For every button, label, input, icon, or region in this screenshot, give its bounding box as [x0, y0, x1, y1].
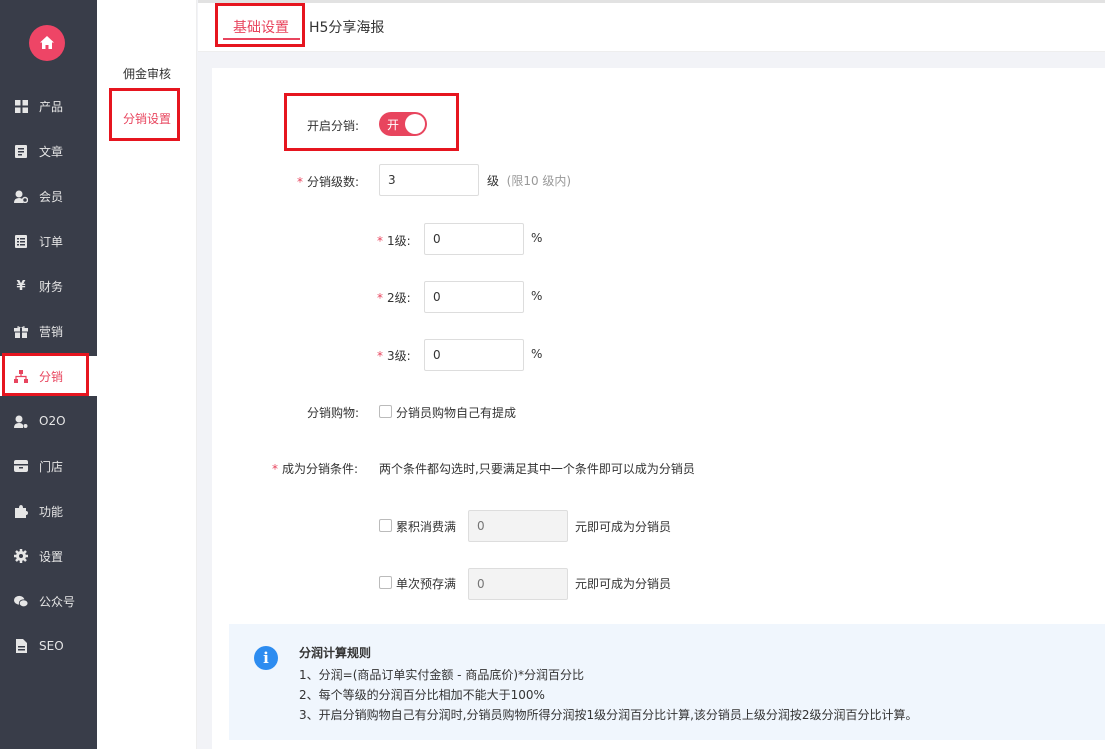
- sitemap-icon: [14, 369, 28, 383]
- document-icon: [14, 144, 28, 158]
- nav-item-label: 营销: [39, 324, 64, 339]
- single-deposit-checkbox[interactable]: [379, 576, 392, 589]
- rule-line-3: 3、开启分销购物自己有分润时,分销员购物所得分润按1级分润百分比计算,该分销员上…: [299, 708, 918, 722]
- levels-hint: (限10 级内): [506, 174, 572, 188]
- rules-title: 分润计算规则: [299, 646, 372, 660]
- nav-item-distribution[interactable]: 分销: [0, 356, 97, 396]
- rule-line-1: 1、分润=(商品订单实付金额 - 商品底价)*分润百分比: [299, 668, 585, 682]
- info-icon: i: [254, 646, 278, 670]
- nav-item-seo[interactable]: SEO: [0, 626, 97, 666]
- tab-h5-share-poster[interactable]: H5分享海报: [309, 17, 384, 37]
- gift-icon: [14, 324, 28, 338]
- order-list-icon: [14, 234, 28, 248]
- condition-label: * 成为分销条件:: [272, 462, 359, 476]
- enable-label: 开启分销:: [307, 119, 360, 133]
- nav-item-label: SEO: [39, 639, 64, 653]
- level-1-label: * 1级:: [377, 234, 411, 248]
- self-purchase-text: 分销员购物自己有提成: [396, 406, 517, 420]
- nav-item-label: 订单: [39, 234, 64, 249]
- enable-distribution-switch[interactable]: 开: [379, 112, 427, 136]
- tab-bar: 基础设置 H5分享海报: [198, 0, 1105, 52]
- level-2-rate-input[interactable]: [424, 281, 524, 313]
- nav-item-label: 财务: [39, 279, 64, 294]
- member-icon: [14, 189, 28, 203]
- tab-basic-settings[interactable]: 基础设置: [233, 17, 289, 37]
- self-purchase-label: 分销购物:: [307, 406, 360, 420]
- gear-icon: [14, 549, 28, 563]
- nav-item-features[interactable]: 功能: [0, 491, 97, 531]
- profit-rules-box: i 分润计算规则 1、分润=(商品订单实付金额 - 商品底价)*分润百分比 2、…: [229, 624, 1105, 740]
- submenu-item-commission-review[interactable]: 佣金审核: [97, 65, 197, 82]
- nav-item-label: 公众号: [39, 594, 76, 609]
- nav-item-products[interactable]: 产品: [0, 86, 97, 126]
- nav-item-label: O2O: [39, 414, 66, 428]
- level-3-unit: %: [531, 347, 543, 361]
- submenu-item-distribution-settings[interactable]: 分销设置: [97, 110, 197, 127]
- levels-unit: 级 (限10 级内): [487, 174, 572, 188]
- home-icon[interactable]: [29, 25, 65, 61]
- cumulative-spend-suffix: 元即可成为分销员: [575, 520, 672, 534]
- single-deposit-suffix: 元即可成为分销员: [575, 577, 672, 591]
- nav-item-label: 文章: [39, 144, 64, 159]
- o2o-icon: [14, 414, 28, 428]
- nav-item-label: 门店: [39, 459, 64, 474]
- nav-item-label: 设置: [39, 549, 64, 564]
- sidebar: 产品 文章 会员 订单 ¥ 财务 营销 分销 O2O 门店 功能 设置 公众号 …: [0, 0, 97, 749]
- settings-form: 开启分销: 开 *分销级数: 级 (限10 级内) *1级: % *2级: % …: [212, 68, 1105, 749]
- rule-line-2: 2、每个等级的分润百分比相加不能大于100%: [299, 688, 545, 702]
- yen-icon: ¥: [16, 278, 26, 294]
- seo-file-icon: [14, 639, 28, 653]
- level-3-rate-input[interactable]: [424, 339, 524, 371]
- switch-text: 开: [387, 118, 400, 132]
- single-deposit-label: 单次预存满: [396, 577, 457, 591]
- level-3-label: * 3级:: [377, 349, 411, 363]
- nav-item-marketing[interactable]: 营销: [0, 311, 97, 351]
- store-icon: [14, 459, 28, 473]
- self-purchase-checkbox[interactable]: [379, 405, 392, 418]
- levels-input[interactable]: [379, 164, 479, 196]
- nav-item-label: 功能: [39, 504, 64, 519]
- nav-item-orders[interactable]: 订单: [0, 221, 97, 261]
- level-2-label: * 2级:: [377, 291, 411, 305]
- nav-item-label: 会员: [39, 189, 64, 204]
- nav-item-settings[interactable]: 设置: [0, 536, 97, 576]
- level-2-unit: %: [531, 289, 543, 303]
- cumulative-spend-input[interactable]: [468, 510, 568, 542]
- cumulative-spend-checkbox[interactable]: [379, 519, 392, 532]
- level-1-unit: %: [531, 231, 543, 245]
- switch-knob: [405, 114, 425, 134]
- nav-item-articles[interactable]: 文章: [0, 131, 97, 171]
- puzzle-icon: [14, 504, 28, 518]
- levels-label: * 分销级数:: [297, 175, 360, 189]
- cumulative-spend-label: 累积消费满: [396, 520, 457, 534]
- nav-item-finance[interactable]: ¥ 财务: [0, 266, 97, 306]
- nav-item-o2o[interactable]: O2O: [0, 401, 97, 441]
- nav-item-label: 产品: [39, 99, 64, 114]
- level-1-rate-input[interactable]: [424, 223, 524, 255]
- nav-item-official-account[interactable]: 公众号: [0, 581, 97, 621]
- wechat-icon: [14, 594, 28, 608]
- nav-item-label: 分销: [39, 369, 64, 384]
- single-deposit-input[interactable]: [468, 568, 568, 600]
- active-tab-indicator: [223, 38, 300, 40]
- condition-hint: 两个条件都勾选时,只要满足其中一个条件即可以成为分销员: [379, 462, 695, 476]
- nav-item-members[interactable]: 会员: [0, 176, 97, 216]
- nav-item-stores[interactable]: 门店: [0, 446, 97, 486]
- submenu: 佣金审核 分销设置: [97, 0, 197, 749]
- grid-icon: [14, 99, 28, 113]
